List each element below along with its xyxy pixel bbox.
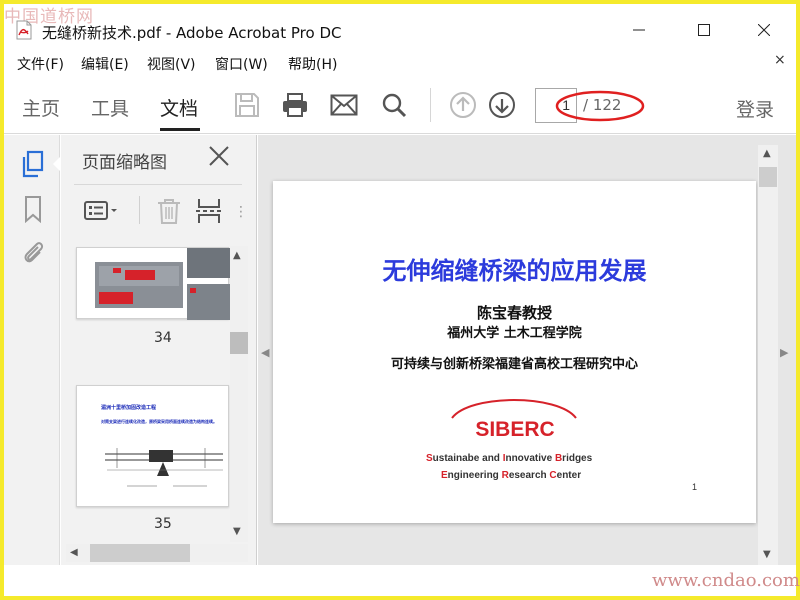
minimize-icon <box>633 29 645 31</box>
page-thumbnails-icon <box>22 150 44 178</box>
thumbnail-options-button[interactable] <box>82 196 122 226</box>
document-vertical-scrollbar[interactable]: ▲ ▼ <box>758 145 778 565</box>
tab-tools[interactable]: 工具 <box>91 94 129 121</box>
scroll-down-icon[interactable]: ▼ <box>763 549 771 560</box>
scroll-thumb[interactable] <box>90 544 190 562</box>
tab-document[interactable]: 文档 <box>160 94 198 121</box>
prev-page-button[interactable] <box>448 90 478 120</box>
pdf-file-icon <box>16 20 32 40</box>
maximize-icon <box>698 24 710 36</box>
print-button[interactable] <box>280 90 310 120</box>
close-window-button[interactable] <box>742 14 786 46</box>
prev-page-icon <box>450 92 476 118</box>
document-author: 陈宝春教授 <box>476 304 552 322</box>
panel-close-button[interactable] <box>209 146 229 172</box>
attachment-icon <box>24 242 44 263</box>
menu-window[interactable]: 窗口(W) <box>215 54 268 74</box>
logo-text: SIBERC <box>475 418 554 441</box>
annotation-ellipse <box>555 90 645 122</box>
english-name-line1: Sustainabe and Innovative Bridges <box>426 453 593 464</box>
save-button[interactable] <box>232 90 262 120</box>
thumbnails-horizontal-scrollbar[interactable]: ◀ <box>66 544 248 562</box>
split-pages-button[interactable] <box>194 196 224 226</box>
menu-help[interactable]: 帮助(H) <box>288 54 337 74</box>
email-button[interactable] <box>329 90 359 120</box>
scroll-down-icon[interactable]: ▼ <box>233 526 241 537</box>
panel-title: 页面缩略图 <box>82 153 167 173</box>
scroll-up-icon[interactable]: ▲ <box>763 148 771 159</box>
scroll-up-icon[interactable]: ▲ <box>233 250 241 261</box>
delete-pages-button[interactable] <box>154 196 184 226</box>
thumbnail-page-34[interactable] <box>76 247 230 320</box>
thumbnail-image-34 <box>95 248 230 320</box>
document-title: 无伸缩缝桥梁的应用发展 <box>382 257 647 285</box>
thumbnail-label: 34 <box>154 330 172 346</box>
page-thumbnails-button[interactable] <box>20 150 46 178</box>
menu-view[interactable]: 视图(V) <box>147 54 196 74</box>
thumbnails-vertical-scrollbar[interactable]: ▲ ▼ <box>230 246 248 542</box>
options-menu-icon <box>84 201 117 220</box>
print-icon <box>283 93 307 117</box>
panel-divider <box>74 184 242 185</box>
tab-home[interactable]: 主页 <box>22 94 60 121</box>
collapse-left-icon[interactable]: ◀ <box>261 346 269 359</box>
next-page-icon <box>489 92 515 118</box>
attachments-button[interactable] <box>20 238 46 266</box>
login-button[interactable]: 登录 <box>736 95 774 122</box>
panel-tools-separator <box>139 196 140 224</box>
scroll-thumb[interactable] <box>230 332 248 354</box>
more-tools-icon[interactable]: ⋮ <box>234 204 248 220</box>
menu-file[interactable]: 文件(F) <box>17 54 64 74</box>
thumbnail-label: 35 <box>154 516 172 532</box>
document-research-center: 可持续与创新桥梁福建省高校工程研究中心 <box>390 357 638 372</box>
close-icon <box>209 146 229 166</box>
bookmarks-button[interactable] <box>20 195 46 223</box>
search-button[interactable] <box>379 90 409 120</box>
watermark-bottom: www.cndao.com <box>652 570 800 591</box>
document-page-number: 1 <box>692 482 698 492</box>
document-affiliation: 福州大学 土木工程学院 <box>447 326 582 341</box>
close-document-button[interactable]: × <box>774 52 786 68</box>
minimize-button[interactable] <box>617 14 661 46</box>
bookmark-icon <box>25 196 41 223</box>
close-icon <box>758 24 770 36</box>
next-page-button[interactable] <box>487 90 517 120</box>
maximize-button[interactable] <box>682 14 726 46</box>
thumbnail-drawing-35 <box>105 448 223 487</box>
split-icon <box>196 199 222 223</box>
search-icon <box>382 93 407 118</box>
trash-icon <box>158 199 180 224</box>
toolbar-separator <box>430 88 431 122</box>
expand-right-icon[interactable]: ▶ <box>780 346 788 359</box>
siberc-logo: SIBERC <box>451 399 577 441</box>
thumbnail-page-35[interactable]: 湄洲十里桥加固改造工程 对简支梁进行连续化改造，原桥梁采用桥面连续改造为结构连续… <box>76 385 229 507</box>
active-panel-pointer <box>53 156 61 172</box>
active-tab-indicator <box>160 128 200 131</box>
scroll-thumb[interactable] <box>759 167 777 187</box>
email-icon <box>330 94 358 116</box>
scroll-left-icon[interactable]: ◀ <box>70 547 78 558</box>
window-title: 无缝桥新技术.pdf - Adobe Acrobat Pro DC <box>42 24 342 42</box>
save-icon <box>235 93 259 117</box>
menu-edit[interactable]: 编辑(E) <box>81 54 129 74</box>
english-name-line2: Engineering Research Center <box>441 470 582 481</box>
